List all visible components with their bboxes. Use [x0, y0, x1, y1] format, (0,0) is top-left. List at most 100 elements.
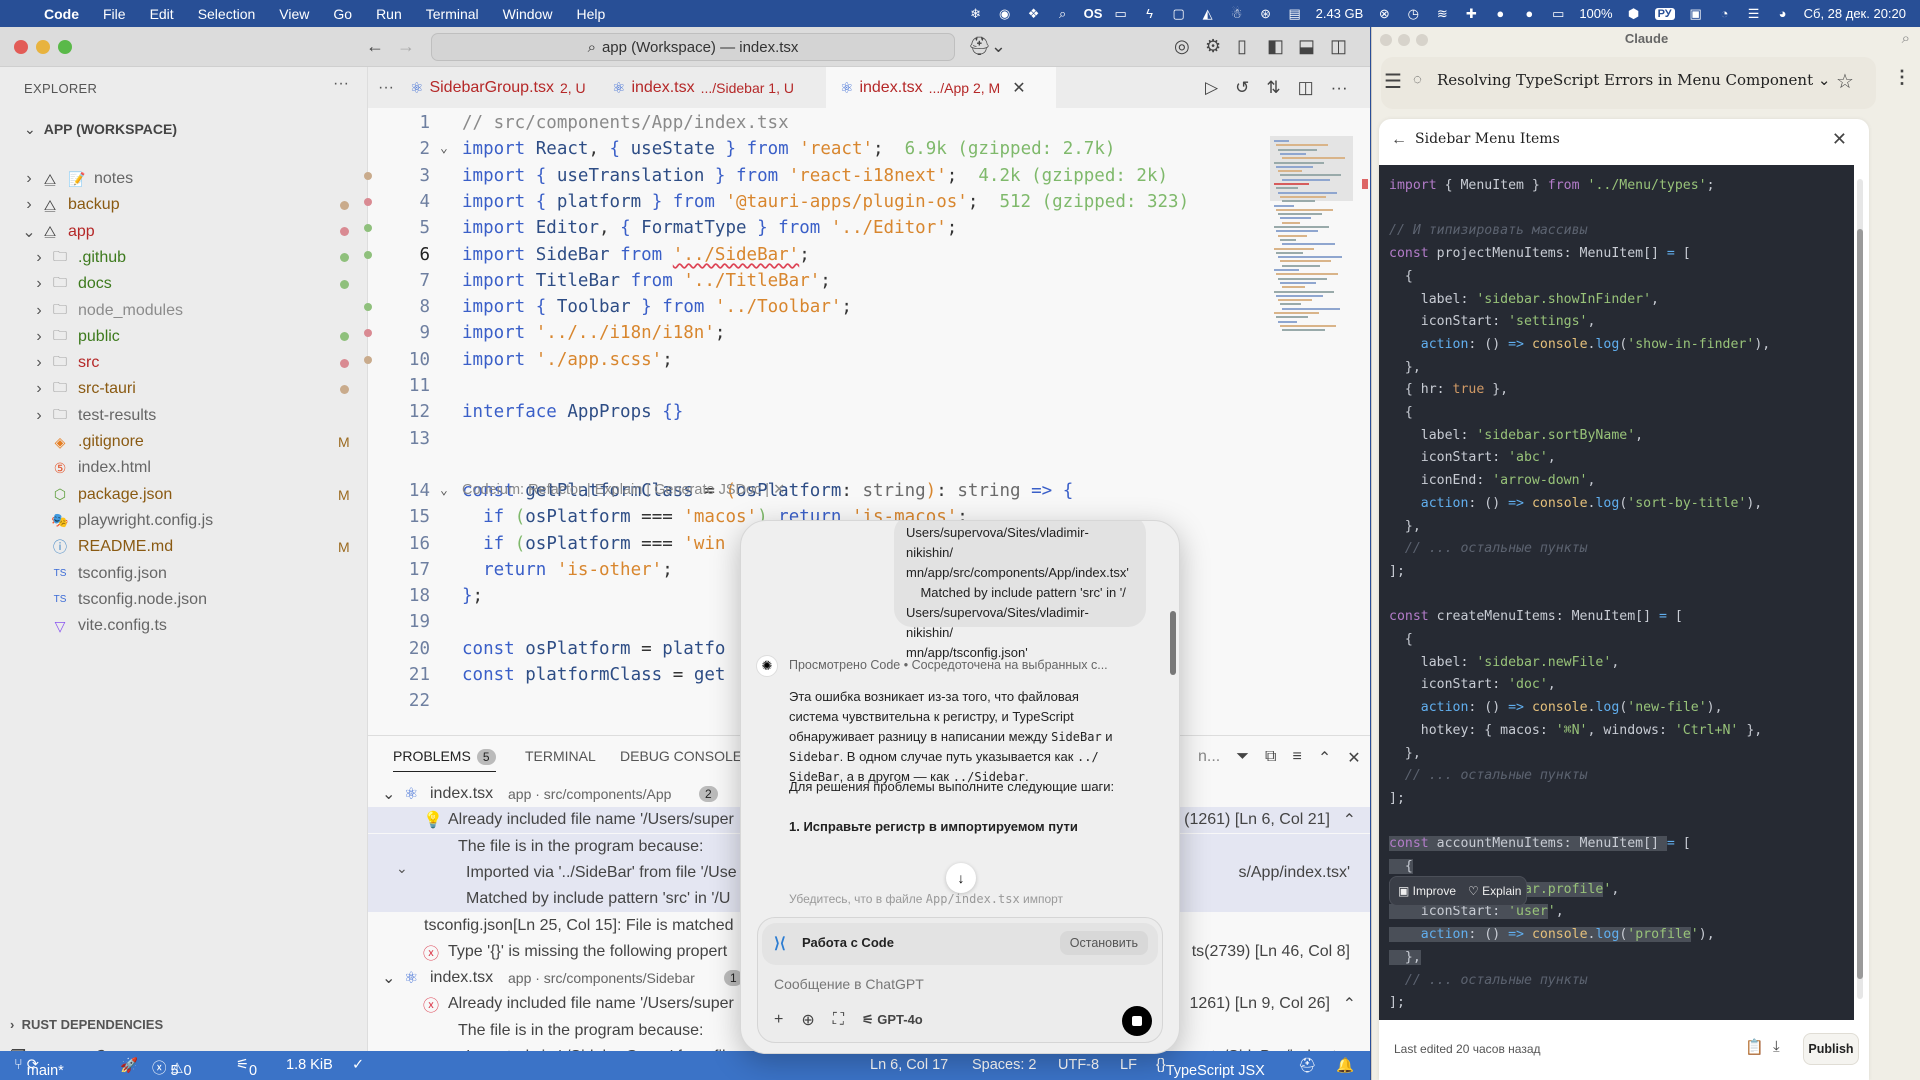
account-icon[interactable]: ◎: [1174, 36, 1190, 56]
tree-item[interactable]: › 🗀 public: [0, 324, 368, 350]
code-line[interactable]: 2 ⌄ import React, { useState } from 'react…: [368, 136, 1268, 162]
chevron-right-icon[interactable]: ›: [32, 354, 46, 372]
puzzle-icon[interactable]: ✚: [1463, 6, 1479, 21]
tree-item[interactable]: 🎭 playwright.config.js: [0, 508, 368, 534]
tree-item[interactable]: TS tsconfig.json: [0, 561, 368, 587]
tree-item[interactable]: ⓘ README.md M: [0, 534, 368, 560]
lightning-icon[interactable]: ϟ: [1142, 6, 1158, 21]
deploy-icon[interactable]: 🚀: [120, 1057, 138, 1074]
codeium-codelens[interactable]: Codeium: Refactor | Explain | Generate J…: [462, 482, 785, 498]
input-language[interactable]: РУ: [1654, 7, 1675, 20]
command-center[interactable]: ⌕ app (Workspace) — index.tsx: [431, 33, 955, 61]
dropbox-icon[interactable]: ❖: [1026, 6, 1042, 21]
star-icon[interactable]: ☆: [1836, 69, 1854, 94]
menu-selection[interactable]: Selection: [186, 6, 268, 22]
window-icon[interactable]: ▢: [1171, 6, 1187, 21]
chevron-down-icon[interactable]: ⌄: [396, 860, 408, 877]
code-line[interactable]: 4 import { platform } from '@tauri-apps/p…: [364, 189, 1268, 215]
minimize-window-button[interactable]: [36, 40, 50, 54]
notifications-icon[interactable]: 🔔: [1336, 1057, 1354, 1074]
snowflake-icon[interactable]: ❄: [968, 6, 984, 21]
tree-item[interactable]: ▽ vite.config.ts: [0, 613, 368, 639]
siri-icon[interactable]: ◕: [1775, 6, 1791, 21]
dot-icon[interactable]: ●: [1521, 6, 1537, 21]
layout-icon[interactable]: ▯: [1237, 36, 1247, 56]
toggle-secondary-sidebar-icon[interactable]: ◫: [1330, 36, 1347, 56]
filter-input[interactable]: n...: [1198, 748, 1220, 768]
chevron-right-icon[interactable]: ›: [22, 196, 36, 214]
menu-window[interactable]: Window: [491, 6, 565, 22]
tabs-overflow-icon[interactable]: ···: [378, 79, 394, 97]
cursor-position[interactable]: Ln 6, Col 17: [870, 1057, 948, 1073]
panel-tab-debug-console[interactable]: DEBUG CONSOLE: [620, 748, 742, 764]
chevron-down-icon[interactable]: ⌄: [382, 784, 395, 804]
tree-item[interactable]: ⑤ index.html: [0, 455, 368, 481]
tree-item[interactable]: TS tsconfig.node.json: [0, 587, 368, 613]
maximize-panel-icon[interactable]: ⌃: [1318, 748, 1331, 768]
explain-button[interactable]: ♡ Explain: [1468, 884, 1521, 898]
more-options-icon[interactable]: ⋮: [1893, 67, 1911, 88]
artifact-scrollbar[interactable]: [1857, 179, 1863, 999]
wifi-icon[interactable]: ≋: [1434, 6, 1450, 21]
stop-working-button[interactable]: Остановить: [1059, 931, 1148, 955]
menu-go[interactable]: Go: [321, 6, 364, 22]
editor-tab[interactable]: ⚛ index.tsx .../App 2, M ✕: [826, 67, 1056, 108]
os-icon[interactable]: OS: [1084, 6, 1103, 21]
tree-item[interactable]: ◈ .gitignore M: [0, 429, 368, 455]
menu-help[interactable]: Help: [564, 6, 617, 22]
close-artifact-icon[interactable]: ✕: [1832, 129, 1847, 150]
code-line[interactable]: 9 import '../../i18n/i18n';: [364, 320, 1268, 346]
menu-edit[interactable]: Edit: [138, 6, 186, 22]
line-ending[interactable]: LF: [1120, 1057, 1137, 1073]
clock-history-icon[interactable]: ◷: [1405, 6, 1421, 21]
language-mode[interactable]: {} TypeScript JSX: [1156, 1057, 1265, 1079]
aperture-icon[interactable]: ⊗: [1376, 6, 1392, 21]
toggle-sidebar-icon[interactable]: ◧: [1267, 36, 1284, 56]
ports-indicator[interactable]: ⚟ 0: [236, 1057, 257, 1079]
collapse-all-icon[interactable]: ⧉: [1265, 748, 1276, 768]
publish-button[interactable]: Publish: [1803, 1033, 1859, 1065]
more-actions-icon[interactable]: ···: [333, 75, 349, 93]
tree-item[interactable]: › 🗀 docs: [0, 271, 368, 297]
conversation-title[interactable]: Resolving TypeScript Errors in Menu Comp…: [1437, 71, 1830, 89]
split-editor-icon[interactable]: ◫: [1298, 78, 1314, 98]
menu-icon[interactable]: ☰: [1384, 69, 1402, 94]
scrollbar-thumb[interactable]: [1857, 229, 1863, 979]
globe-icon[interactable]: ⊕: [801, 1010, 814, 1030]
chevron-right-icon[interactable]: ›: [32, 302, 46, 320]
fold-chevron-icon[interactable]: ⌄: [440, 136, 448, 162]
stop-generating-button[interactable]: [1122, 1006, 1152, 1036]
tree-item[interactable]: ⬡ package.json M: [0, 482, 368, 508]
fold-chevron-icon[interactable]: ⌄: [440, 478, 448, 504]
code-line[interactable]: 6 import SideBar from '../SideBar';: [364, 242, 1268, 268]
code-line[interactable]: 10 import './app.scss';: [364, 347, 1268, 373]
collapse-up-icon[interactable]: ⌃: [1343, 994, 1356, 1014]
message-input[interactable]: Сообщение в ChatGPT: [774, 976, 924, 992]
close-tab-icon[interactable]: ✕: [1012, 78, 1025, 98]
copilot-status-icon[interactable]: ⛑: [1298, 1057, 1316, 1074]
battery-icon[interactable]: ▭: [1550, 6, 1566, 21]
menu-run[interactable]: Run: [364, 6, 414, 22]
menu-terminal[interactable]: Terminal: [414, 6, 491, 22]
tree-item[interactable]: › ⧋ backup: [0, 192, 368, 218]
chevron-right-icon[interactable]: ›: [32, 380, 46, 398]
search-icon[interactable]: ⌕: [1902, 30, 1910, 47]
code-line[interactable]: 5 import Editor, { FormatType } from '../…: [364, 215, 1268, 241]
chevron-down-icon[interactable]: ⌄: [382, 968, 395, 988]
robot-icon[interactable]: ☃: [1229, 6, 1245, 21]
timer-icon[interactable]: ◔: [1717, 6, 1733, 21]
copy-icon[interactable]: 📋: [1745, 1038, 1764, 1056]
back-arrow-icon[interactable]: ←: [366, 36, 384, 56]
battery-charging-icon[interactable]: ▭: [1113, 6, 1129, 21]
more-icon[interactable]: ···: [1331, 78, 1348, 98]
plus-icon[interactable]: +: [774, 1011, 783, 1029]
zoom-window-button[interactable]: [58, 40, 72, 54]
minimap[interactable]: [1270, 136, 1353, 336]
code-line[interactable]: 11: [368, 373, 1268, 399]
chevron-right-icon[interactable]: ›: [32, 249, 46, 267]
tree-item[interactable]: › 🗀 test-results: [0, 403, 368, 429]
tree-item[interactable]: › 🗀 src-tauri: [0, 376, 368, 402]
equals-icon[interactable]: ▣: [1688, 6, 1704, 21]
tree-item[interactable]: › 🗀 node_modules: [0, 298, 368, 324]
encoding[interactable]: UTF-8: [1058, 1057, 1099, 1073]
